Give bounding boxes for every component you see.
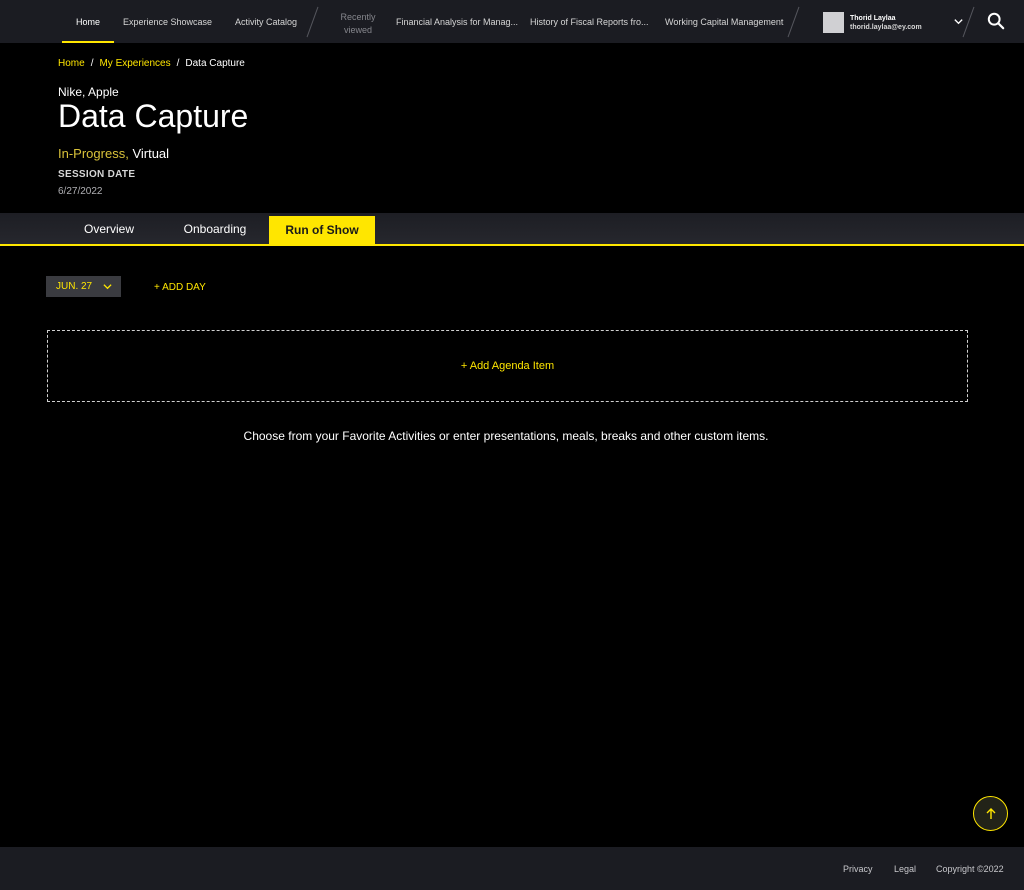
nav-item-home[interactable]: Home bbox=[61, 0, 115, 43]
recently-viewed-label: Recently viewed bbox=[340, 12, 376, 35]
breadcrumb: Home / My Experiences / Data Capture bbox=[58, 58, 245, 69]
scroll-to-top-button[interactable] bbox=[973, 796, 1008, 831]
chevron-down-icon bbox=[103, 284, 112, 290]
tab-bar: Overview Onboarding Run of Show bbox=[0, 213, 1024, 246]
footer: Privacy Legal Copyright ©2022 bbox=[0, 847, 1024, 890]
tab-onboarding[interactable]: Onboarding bbox=[170, 213, 260, 244]
user-name: Thorid Laylaa bbox=[850, 15, 896, 22]
day-select-value: JUN. 27 bbox=[56, 281, 93, 292]
page-title: Data Capture bbox=[58, 98, 249, 134]
add-agenda-item-dropzone[interactable]: + Add Agenda Item bbox=[47, 330, 968, 402]
arrow-up-icon bbox=[986, 807, 995, 819]
recent-item-financial-analysis[interactable]: Financial Analysis for Manag... bbox=[396, 0, 518, 43]
session-mode: Virtual bbox=[132, 146, 170, 161]
tab-run-of-show[interactable]: Run of Show bbox=[269, 216, 375, 244]
agenda-hint-text: Choose from your Favorite Activities or … bbox=[243, 429, 769, 443]
avatar[interactable] bbox=[823, 12, 844, 33]
footer-privacy-link[interactable]: Privacy bbox=[843, 864, 873, 874]
user-email: thorid.laylaa@ey.com bbox=[850, 24, 922, 31]
nav-divider bbox=[787, 6, 800, 38]
session-date-value: 6/27/2022 bbox=[58, 186, 103, 197]
breadcrumb-my-experiences[interactable]: My Experiences bbox=[99, 58, 170, 69]
client-names: Nike, Apple bbox=[58, 85, 119, 99]
chevron-down-icon[interactable] bbox=[953, 16, 964, 27]
status-badge: In-Progress, bbox=[58, 146, 129, 161]
footer-legal-link[interactable]: Legal bbox=[894, 864, 916, 874]
breadcrumb-home[interactable]: Home bbox=[58, 58, 85, 69]
breadcrumb-current: Data Capture bbox=[185, 58, 245, 69]
breadcrumb-separator: / bbox=[176, 58, 180, 69]
breadcrumb-separator: / bbox=[90, 58, 94, 69]
footer-copyright: Copyright ©2022 bbox=[936, 864, 1004, 874]
status-line: In-Progress, Virtual bbox=[58, 146, 169, 161]
search-icon[interactable] bbox=[987, 12, 1005, 30]
add-agenda-item-button[interactable]: + Add Agenda Item bbox=[461, 360, 554, 372]
session-date-label: SESSION DATE bbox=[58, 169, 136, 180]
nav-divider bbox=[962, 6, 975, 38]
nav-item-experience-showcase[interactable]: Experience Showcase bbox=[123, 0, 212, 43]
top-nav: Home Experience Showcase Activity Catalo… bbox=[0, 0, 1024, 43]
recent-item-history-fiscal-reports[interactable]: History of Fiscal Reports fro... bbox=[530, 0, 649, 43]
nav-item-activity-catalog[interactable]: Activity Catalog bbox=[235, 0, 297, 43]
add-day-button[interactable]: + ADD DAY bbox=[154, 282, 206, 293]
nav-divider bbox=[306, 6, 319, 38]
day-select[interactable]: JUN. 27 bbox=[46, 276, 121, 297]
tab-overview[interactable]: Overview bbox=[64, 213, 154, 244]
recent-item-working-capital[interactable]: Working Capital Management bbox=[665, 0, 783, 43]
